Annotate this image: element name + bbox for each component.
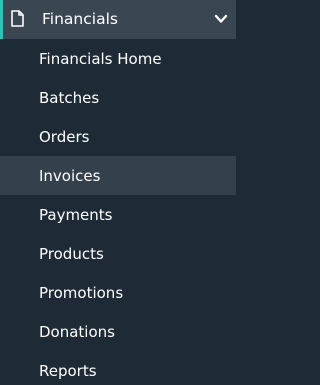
sidebar-item-label: Orders: [39, 127, 90, 146]
chevron-down-icon[interactable]: [214, 11, 228, 25]
sidebar-item-promotions[interactable]: Promotions: [0, 273, 236, 312]
sidebar-item-label: Donations: [39, 322, 115, 341]
sidebar-item-label: Promotions: [39, 283, 124, 302]
document-icon: [11, 10, 24, 27]
sidebar-item-label: Batches: [39, 88, 100, 107]
sidebar-item-batches[interactable]: Batches: [0, 78, 236, 117]
sidebar-item-label: Payments: [39, 205, 113, 224]
section-title: Financials: [42, 10, 118, 28]
financials-nav-list: Financials Home Batches Orders Invoices …: [0, 39, 236, 385]
sidebar-item-label: Reports: [39, 361, 97, 380]
sidebar-item-invoices[interactable]: Invoices: [0, 156, 236, 195]
sidebar-item-reports[interactable]: Reports: [0, 351, 236, 385]
sidebar-item-payments[interactable]: Payments: [0, 195, 236, 234]
sidebar-item-label: Invoices: [39, 166, 101, 185]
sidebar-item-label: Products: [39, 244, 104, 263]
sidebar-item-products[interactable]: Products: [0, 234, 236, 273]
sidebar-item-orders[interactable]: Orders: [0, 117, 236, 156]
sidebar-item-donations[interactable]: Donations: [0, 312, 236, 351]
financials-section-header[interactable]: Financials: [0, 0, 236, 39]
sidebar: Financials Financials Home Batches Order…: [0, 0, 236, 385]
sidebar-item-financials-home[interactable]: Financials Home: [0, 39, 236, 78]
sidebar-item-label: Financials Home: [39, 49, 162, 68]
